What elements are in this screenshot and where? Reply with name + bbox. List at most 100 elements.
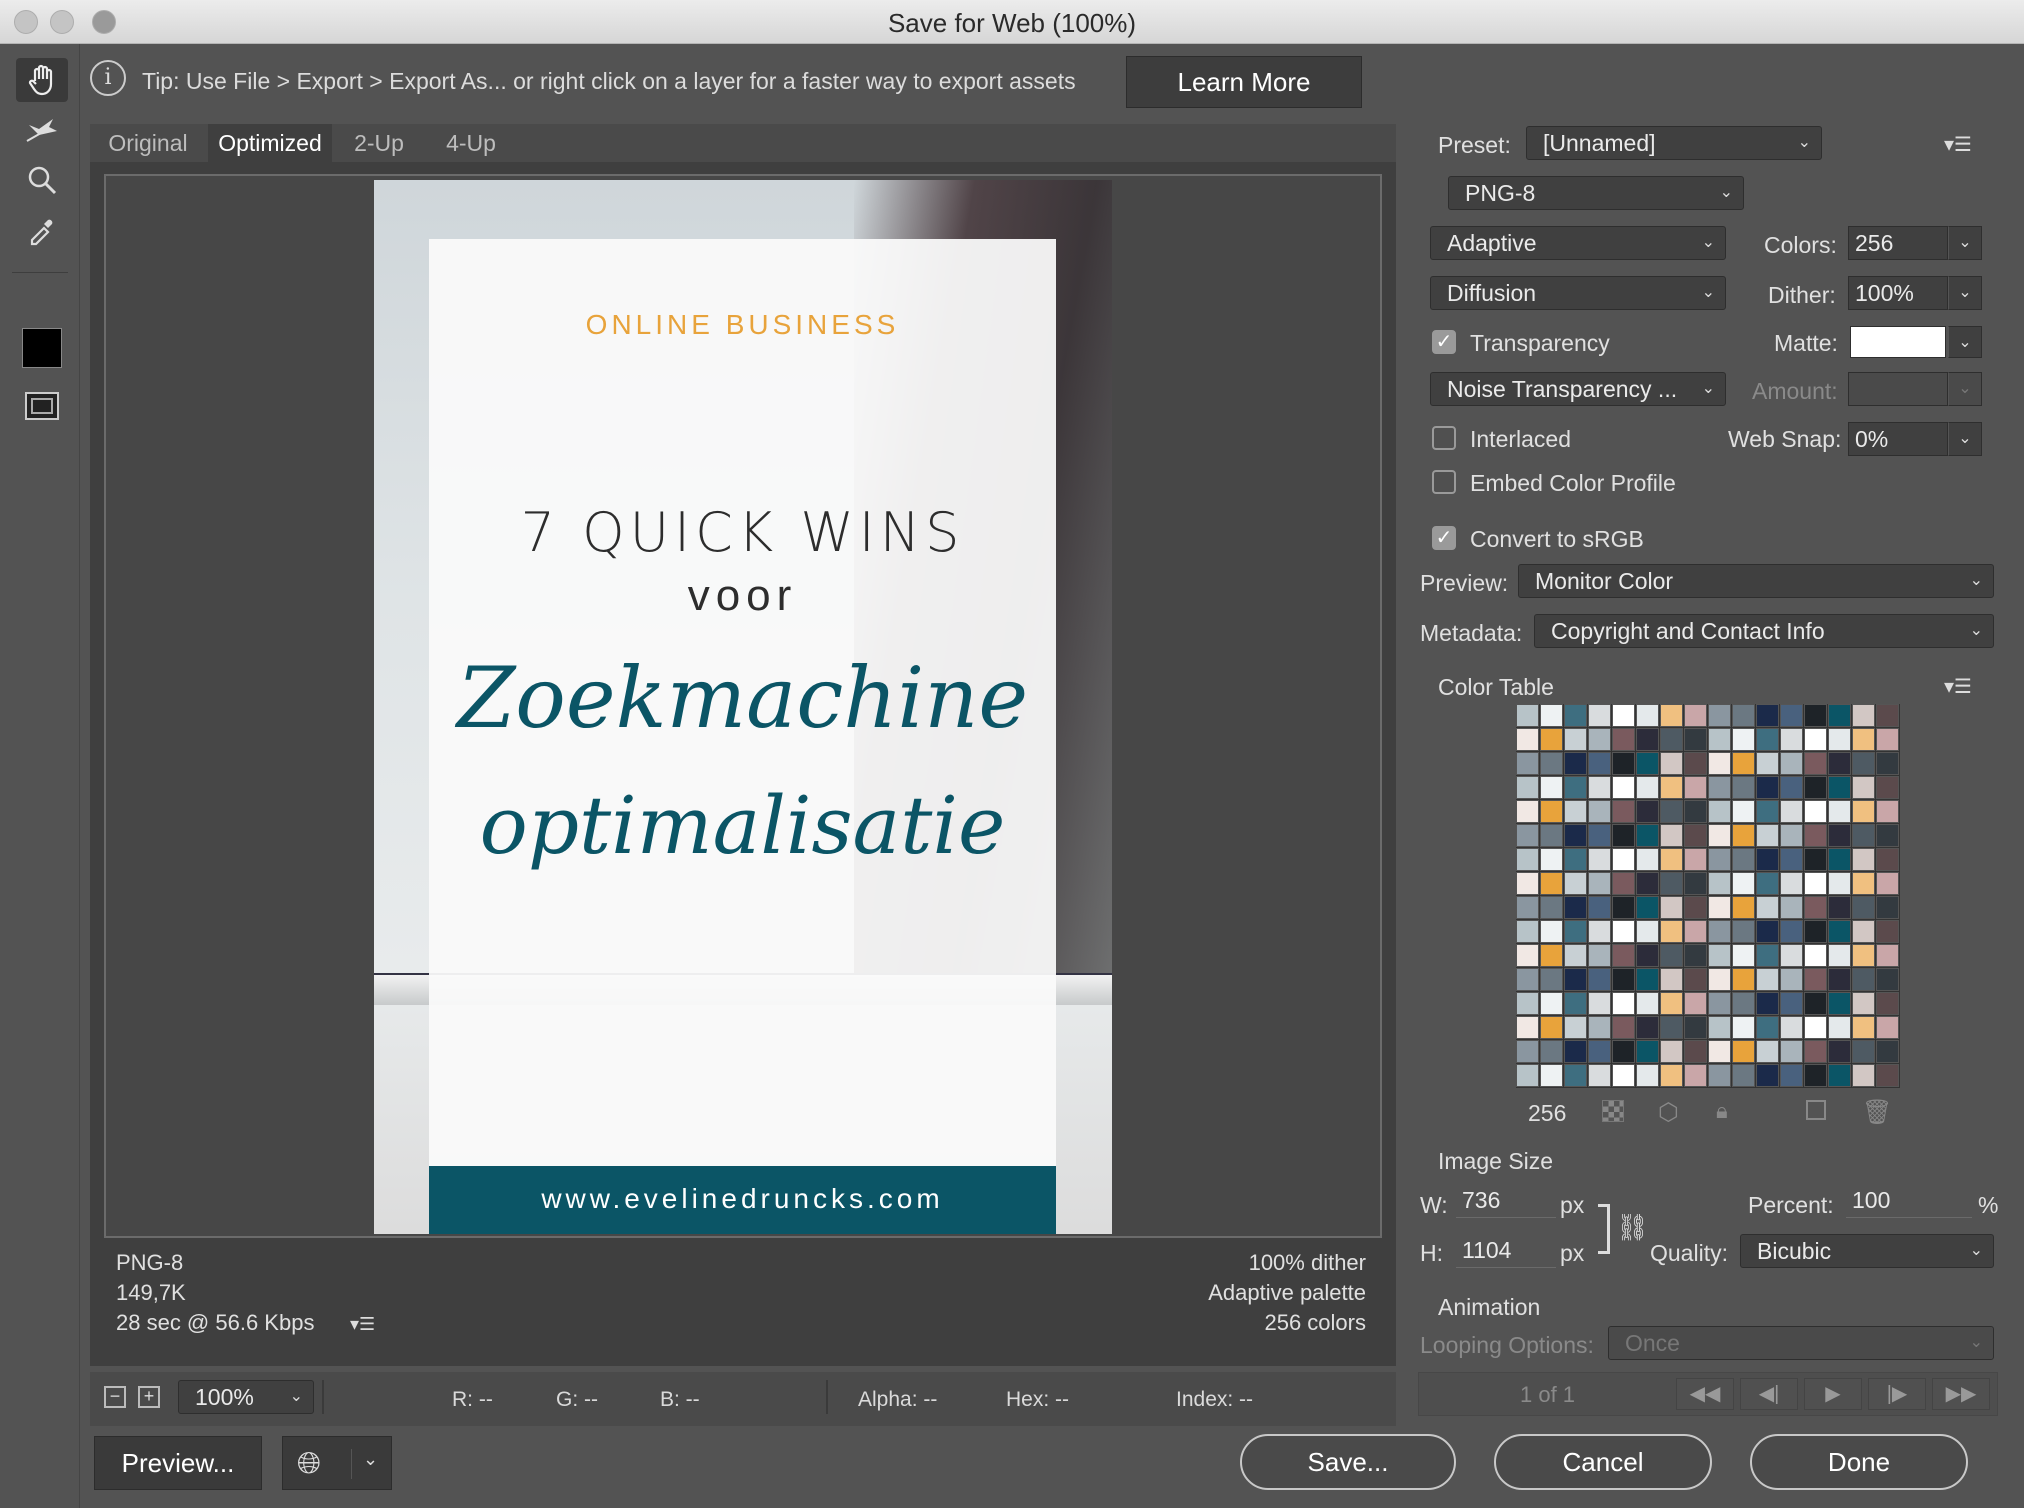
color-swatch[interactable] <box>1828 704 1851 727</box>
color-swatch[interactable] <box>1852 1064 1875 1087</box>
color-swatch[interactable] <box>1780 800 1803 823</box>
color-swatch[interactable] <box>1636 728 1659 751</box>
color-swatch[interactable] <box>1636 968 1659 991</box>
optimize-menu-icon[interactable]: ▾☰ <box>1944 132 1972 157</box>
color-swatch[interactable] <box>1588 1016 1611 1039</box>
color-swatch[interactable] <box>1708 1016 1731 1039</box>
color-swatch[interactable] <box>1780 872 1803 895</box>
color-swatch[interactable] <box>1732 944 1755 967</box>
matte-color-swatch[interactable] <box>1850 326 1946 358</box>
color-swatch[interactable] <box>1756 992 1779 1015</box>
color-swatch[interactable] <box>1516 872 1539 895</box>
color-swatch[interactable] <box>1804 872 1827 895</box>
color-swatch[interactable] <box>1540 968 1563 991</box>
color-swatch[interactable] <box>1612 728 1635 751</box>
color-swatch[interactable] <box>1588 704 1611 727</box>
color-swatch[interactable] <box>1564 968 1587 991</box>
color-swatch[interactable] <box>1516 992 1539 1015</box>
color-swatch[interactable] <box>1660 752 1683 775</box>
color-swatch[interactable] <box>1732 704 1755 727</box>
color-swatch[interactable] <box>1612 752 1635 775</box>
color-reduction-select[interactable]: Adaptive ⌄ <box>1430 226 1726 260</box>
color-swatch[interactable] <box>1660 872 1683 895</box>
color-swatch[interactable] <box>1804 992 1827 1015</box>
color-swatch[interactable] <box>1564 896 1587 919</box>
color-swatch[interactable] <box>1612 776 1635 799</box>
transparency-dither-select[interactable]: Noise Transparency ... ⌄ <box>1430 372 1726 406</box>
color-swatch[interactable] <box>1828 776 1851 799</box>
color-swatch[interactable] <box>1804 704 1827 727</box>
file-format-select[interactable]: PNG-8 ⌄ <box>1448 176 1744 210</box>
color-swatch[interactable] <box>1708 944 1731 967</box>
color-swatch[interactable] <box>1804 920 1827 943</box>
lock-icon[interactable]: 🔒︎ <box>1716 1098 1728 1124</box>
color-swatch[interactable] <box>1684 1040 1707 1063</box>
color-swatch[interactable] <box>1780 992 1803 1015</box>
color-swatch[interactable] <box>1852 920 1875 943</box>
color-swatch[interactable] <box>1852 704 1875 727</box>
color-swatch[interactable] <box>1588 800 1611 823</box>
color-swatch[interactable] <box>1516 776 1539 799</box>
color-swatch[interactable] <box>1852 1016 1875 1039</box>
color-swatch[interactable] <box>1876 752 1899 775</box>
color-swatch[interactable] <box>1516 920 1539 943</box>
preview-select[interactable]: Monitor Color ⌄ <box>1518 564 1994 598</box>
color-swatch[interactable] <box>1540 1040 1563 1063</box>
color-swatch[interactable] <box>1708 992 1731 1015</box>
color-swatch[interactable] <box>1780 704 1803 727</box>
color-swatch[interactable] <box>1636 1040 1659 1063</box>
color-swatch[interactable] <box>1828 800 1851 823</box>
color-swatch[interactable] <box>1804 824 1827 847</box>
save-button[interactable]: Save... <box>1240 1434 1456 1490</box>
color-swatch[interactable] <box>1540 944 1563 967</box>
color-swatch[interactable] <box>1852 728 1875 751</box>
color-swatch[interactable] <box>1540 776 1563 799</box>
color-swatch[interactable] <box>1684 704 1707 727</box>
color-swatch[interactable] <box>1852 800 1875 823</box>
color-swatch[interactable] <box>1516 1040 1539 1063</box>
color-swatch[interactable] <box>1852 848 1875 871</box>
color-swatch[interactable] <box>1708 968 1731 991</box>
color-swatch[interactable] <box>1588 824 1611 847</box>
color-swatch[interactable] <box>1732 848 1755 871</box>
color-swatch[interactable] <box>1780 1016 1803 1039</box>
color-swatch[interactable] <box>1876 1040 1899 1063</box>
color-swatch[interactable] <box>1756 944 1779 967</box>
color-swatch[interactable] <box>1804 1064 1827 1087</box>
color-swatch[interactable] <box>1540 992 1563 1015</box>
color-swatch[interactable] <box>1732 992 1755 1015</box>
color-swatch[interactable] <box>1660 920 1683 943</box>
color-swatch[interactable] <box>1852 992 1875 1015</box>
color-swatch[interactable] <box>1852 776 1875 799</box>
color-swatch[interactable] <box>1732 1064 1755 1087</box>
color-swatch[interactable] <box>1516 752 1539 775</box>
color-swatch[interactable] <box>1564 1016 1587 1039</box>
color-swatch[interactable] <box>1804 1016 1827 1039</box>
preview-button[interactable]: Preview... <box>94 1436 262 1490</box>
color-swatch[interactable] <box>1876 800 1899 823</box>
color-swatch[interactable] <box>1780 776 1803 799</box>
color-swatch[interactable] <box>1876 728 1899 751</box>
color-swatch[interactable] <box>1516 824 1539 847</box>
color-swatch[interactable] <box>1564 728 1587 751</box>
color-swatch[interactable] <box>1780 944 1803 967</box>
color-swatch[interactable] <box>1636 896 1659 919</box>
color-swatch[interactable] <box>1684 824 1707 847</box>
color-swatch[interactable] <box>1612 1016 1635 1039</box>
color-swatch[interactable] <box>1708 824 1731 847</box>
color-swatch[interactable] <box>1660 1016 1683 1039</box>
zoom-in-button[interactable]: + <box>138 1386 160 1408</box>
color-swatch[interactable] <box>1564 848 1587 871</box>
color-swatch[interactable] <box>1708 1040 1731 1063</box>
percent-input[interactable]: 100 <box>1846 1184 1972 1218</box>
dither-input[interactable]: 100% <box>1848 276 1948 310</box>
color-swatch[interactable] <box>1828 992 1851 1015</box>
color-swatch[interactable] <box>1876 1016 1899 1039</box>
color-swatch[interactable] <box>1756 896 1779 919</box>
color-swatch[interactable] <box>1660 776 1683 799</box>
color-swatch[interactable] <box>1636 920 1659 943</box>
color-swatch[interactable] <box>1588 944 1611 967</box>
color-swatch[interactable] <box>1540 848 1563 871</box>
hand-tool[interactable] <box>16 58 68 102</box>
color-swatch[interactable] <box>1852 872 1875 895</box>
